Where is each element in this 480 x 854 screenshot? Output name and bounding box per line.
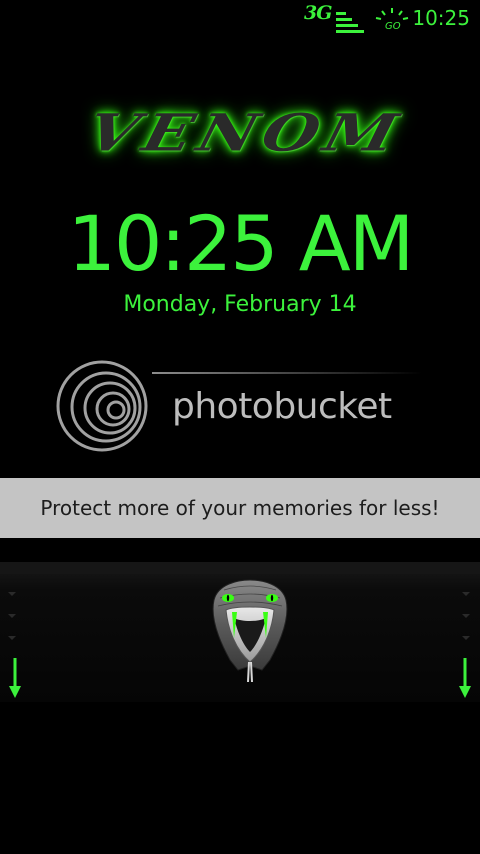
lockscreen-clock: 10:25 AM (67, 199, 415, 288)
slider-ticks-right (462, 592, 472, 652)
slider-ticks-left (8, 592, 18, 652)
promo-banner-text: Protect more of your memories for less! (40, 496, 440, 520)
logo-text: VENOM (80, 103, 410, 164)
arrow-down-icon (9, 658, 21, 698)
watermark-divider (152, 372, 422, 374)
status-time: 10:25 (412, 6, 470, 30)
promo-banner[interactable]: Protect more of your memories for less! (0, 478, 480, 538)
battery-label: GO (385, 21, 401, 32)
unlock-slider[interactable] (0, 562, 480, 702)
battery-icon: GO (375, 8, 409, 32)
snake-head-icon[interactable] (204, 578, 296, 688)
photobucket-logo-icon (56, 360, 148, 452)
slider-top-band (0, 562, 480, 574)
lockscreen-date: Monday, February 14 (123, 292, 357, 317)
signal-bars-icon (336, 10, 370, 34)
photobucket-watermark: photobucket (52, 356, 432, 456)
watermark-text: photobucket (172, 386, 392, 427)
venom-logo: VENOM (40, 96, 450, 192)
arrow-down-icon (459, 658, 471, 698)
network-type-label: 3G (304, 2, 332, 24)
status-bar: 3G GO 10:25 (0, 0, 480, 38)
